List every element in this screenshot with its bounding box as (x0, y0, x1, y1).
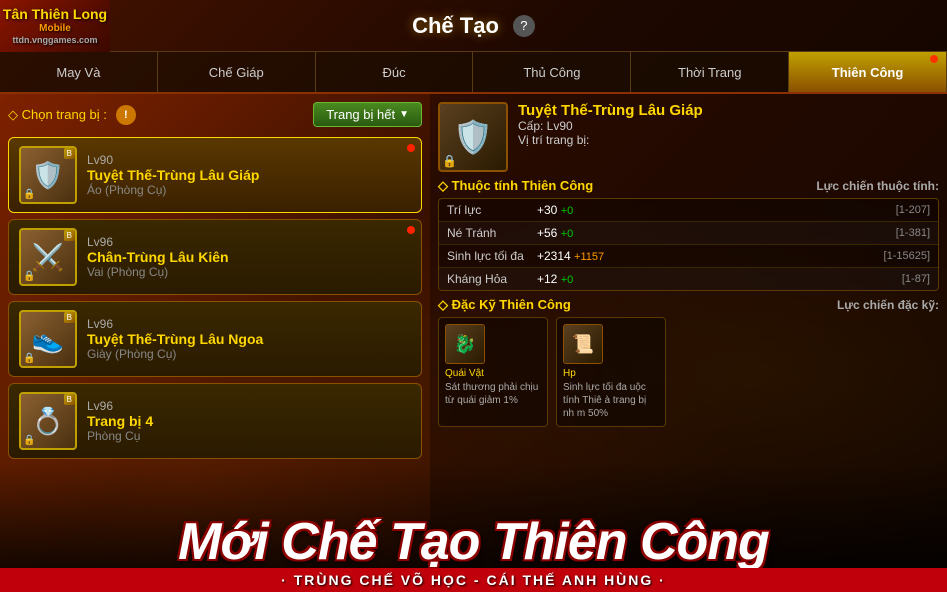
tab-bar: May Và Chế Giáp Đúc Thủ Công Thời Trang … (0, 52, 947, 94)
tab-thoi-trang[interactable]: Thời Trang (631, 52, 789, 92)
skill-desc: Sát thương phải chịu từ quái giảm 1% (445, 381, 541, 407)
skill-label: Hp (563, 368, 659, 379)
lock-icon: 🔒 (23, 353, 35, 364)
skill-item: 🐉 Quái Vật Sát thương phải chịu từ quái … (438, 317, 548, 427)
skill-desc: Sinh lực tối đa uộc tính Thiê à trang bị… (563, 381, 659, 420)
logo-text: Tân Thiên Long Mobile ttdn.vnggames.com (3, 6, 107, 46)
select-header: ◇ Chọn trang bị : ! Trang bị hết ▼ (8, 102, 422, 127)
stat-row: Sinh lực tối đa +2314 +1157 [1-15625] (439, 245, 938, 268)
item-level: Lv96 (87, 317, 411, 331)
item-badge: B (64, 394, 75, 405)
item-sub: Vai (Phòng Cụ) (87, 265, 411, 279)
banner-subtitle: · TRÙNG CHẾ VÕ HỌC - CÁI THẾ ANH HÙNG · (0, 568, 947, 592)
attributes-section: ◇ Thuộc tính Thiên Công Lực chiến thuộc … (438, 178, 939, 291)
list-item[interactable]: 👟 B 🔒 Lv96 Tuyệt Thế-Trùng Lâu Ngoa Giày… (8, 301, 422, 377)
detail-item-name: Tuyệt Thế-Trùng Lâu Giáp (518, 102, 939, 119)
item-badge: B (64, 230, 75, 241)
item-badge: B (64, 148, 75, 159)
skills-section: ◇ Đặc Kỹ Thiên Công Lực chiến đặc kỹ: 🐉 … (438, 297, 939, 427)
item-info: Lv96 Trang bị 4 Phòng Cụ (87, 399, 411, 443)
detail-lock-icon: 🔒 (442, 154, 457, 168)
tab-may-va[interactable]: May Và (0, 52, 158, 92)
item-name: Tuyệt Thế-Trùng Lâu Giáp (87, 167, 411, 183)
tab-badge (930, 55, 938, 63)
red-dot-indicator (407, 226, 415, 234)
warning-icon[interactable]: ! (116, 105, 136, 125)
skill-icon: 📜 (563, 324, 603, 364)
lock-icon: 🔒 (23, 435, 35, 446)
skill-label: Quái Vật (445, 368, 541, 379)
stat-row: Trí lực +30 +0 [1-207] (439, 199, 938, 222)
item-info: Lv96 Tuyệt Thế-Trùng Lâu Ngoa Giày (Phòn… (87, 317, 411, 361)
item-icon: ⚔️ B 🔒 (19, 228, 77, 286)
item-sub: Giày (Phòng Cụ) (87, 347, 411, 361)
item-level: Lv96 (87, 235, 411, 249)
skill-icon: 🐉 (445, 324, 485, 364)
red-dot-indicator (407, 144, 415, 152)
top-bar: Tân Thiên Long Mobile ttdn.vnggames.com … (0, 0, 947, 52)
item-name: Trang bị 4 (87, 413, 411, 429)
detail-item-pos: Vị trí trang bị: (518, 133, 939, 147)
item-sub: Áo (Phòng Cụ) (87, 183, 411, 197)
stats-table: Trí lực +30 +0 [1-207] Né Tránh +56 +0 [… (438, 198, 939, 291)
detail-item-level: Cấp: Lv90 (518, 119, 939, 133)
item-name: Chân-Trùng Lâu Kiên (87, 249, 411, 265)
lock-icon: 🔒 (23, 189, 35, 200)
item-icon: 🛡️ B 🔒 (19, 146, 77, 204)
item-info: Lv96 Chân-Trùng Lâu Kiên Vai (Phòng Cụ) (87, 235, 411, 279)
item-level: Lv96 (87, 399, 411, 413)
tab-thien-cong[interactable]: Thiên Công (789, 52, 947, 92)
tab-thu-cong[interactable]: Thủ Công (473, 52, 631, 92)
tab-che-giap[interactable]: Chế Giáp (158, 52, 316, 92)
detail-item-icon: 🛡️ 🔒 (438, 102, 508, 172)
detail-header: 🛡️ 🔒 Tuyệt Thế-Trùng Lâu Giáp Cấp: Lv90 … (438, 102, 939, 172)
attributes-section-title: ◇ Thuộc tính Thiên Công Lực chiến thuộc … (438, 178, 939, 194)
skills-list: 🐉 Quái Vật Sát thương phải chịu từ quái … (438, 317, 939, 427)
item-name: Tuyệt Thế-Trùng Lâu Ngoa (87, 331, 411, 347)
skills-section-title: ◇ Đặc Kỹ Thiên Công Lực chiến đặc kỹ: (438, 297, 939, 313)
bottom-banner: Mới Chế Tạo Thiên Công · TRÙNG CHẾ VÕ HỌ… (0, 462, 947, 592)
item-badge: B (64, 312, 75, 323)
item-sub: Phòng Cụ (87, 429, 411, 443)
lock-icon: 🔒 (23, 271, 35, 282)
detail-title: Tuyệt Thế-Trùng Lâu Giáp Cấp: Lv90 Vị tr… (518, 102, 939, 147)
skill-item: 📜 Hp Sinh lực tối đa uộc tính Thiê à tra… (556, 317, 666, 427)
item-icon: 👟 B 🔒 (19, 310, 77, 368)
help-icon[interactable]: ? (513, 15, 535, 37)
logo-area: Tân Thiên Long Mobile ttdn.vnggames.com (0, 0, 110, 52)
tab-duc[interactable]: Đúc (316, 52, 474, 92)
stat-row: Né Tránh +56 +0 [1-381] (439, 222, 938, 245)
list-item[interactable]: ⚔️ B 🔒 Lv96 Chân-Trùng Lâu Kiên Vai (Phò… (8, 219, 422, 295)
item-icon: 💍 B 🔒 (19, 392, 77, 450)
dropdown-button[interactable]: Trang bị hết ▼ (313, 102, 422, 127)
list-item[interactable]: 💍 B 🔒 Lv96 Trang bị 4 Phòng Cụ (8, 383, 422, 459)
stat-row: Kháng Hỏa +12 +0 [1-87] (439, 268, 938, 290)
dropdown-arrow-icon: ▼ (399, 109, 409, 120)
banner-title: Mới Chế Tạo Thiên Công (178, 516, 769, 568)
list-item[interactable]: 🛡️ B 🔒 Lv90 Tuyệt Thế-Trùng Lâu Giáp Áo … (8, 137, 422, 213)
page-title: Chế Tạo (412, 13, 499, 39)
item-info: Lv90 Tuyệt Thế-Trùng Lâu Giáp Áo (Phòng … (87, 153, 411, 197)
item-level: Lv90 (87, 153, 411, 167)
select-label: ◇ Chọn trang bị : (8, 107, 107, 123)
